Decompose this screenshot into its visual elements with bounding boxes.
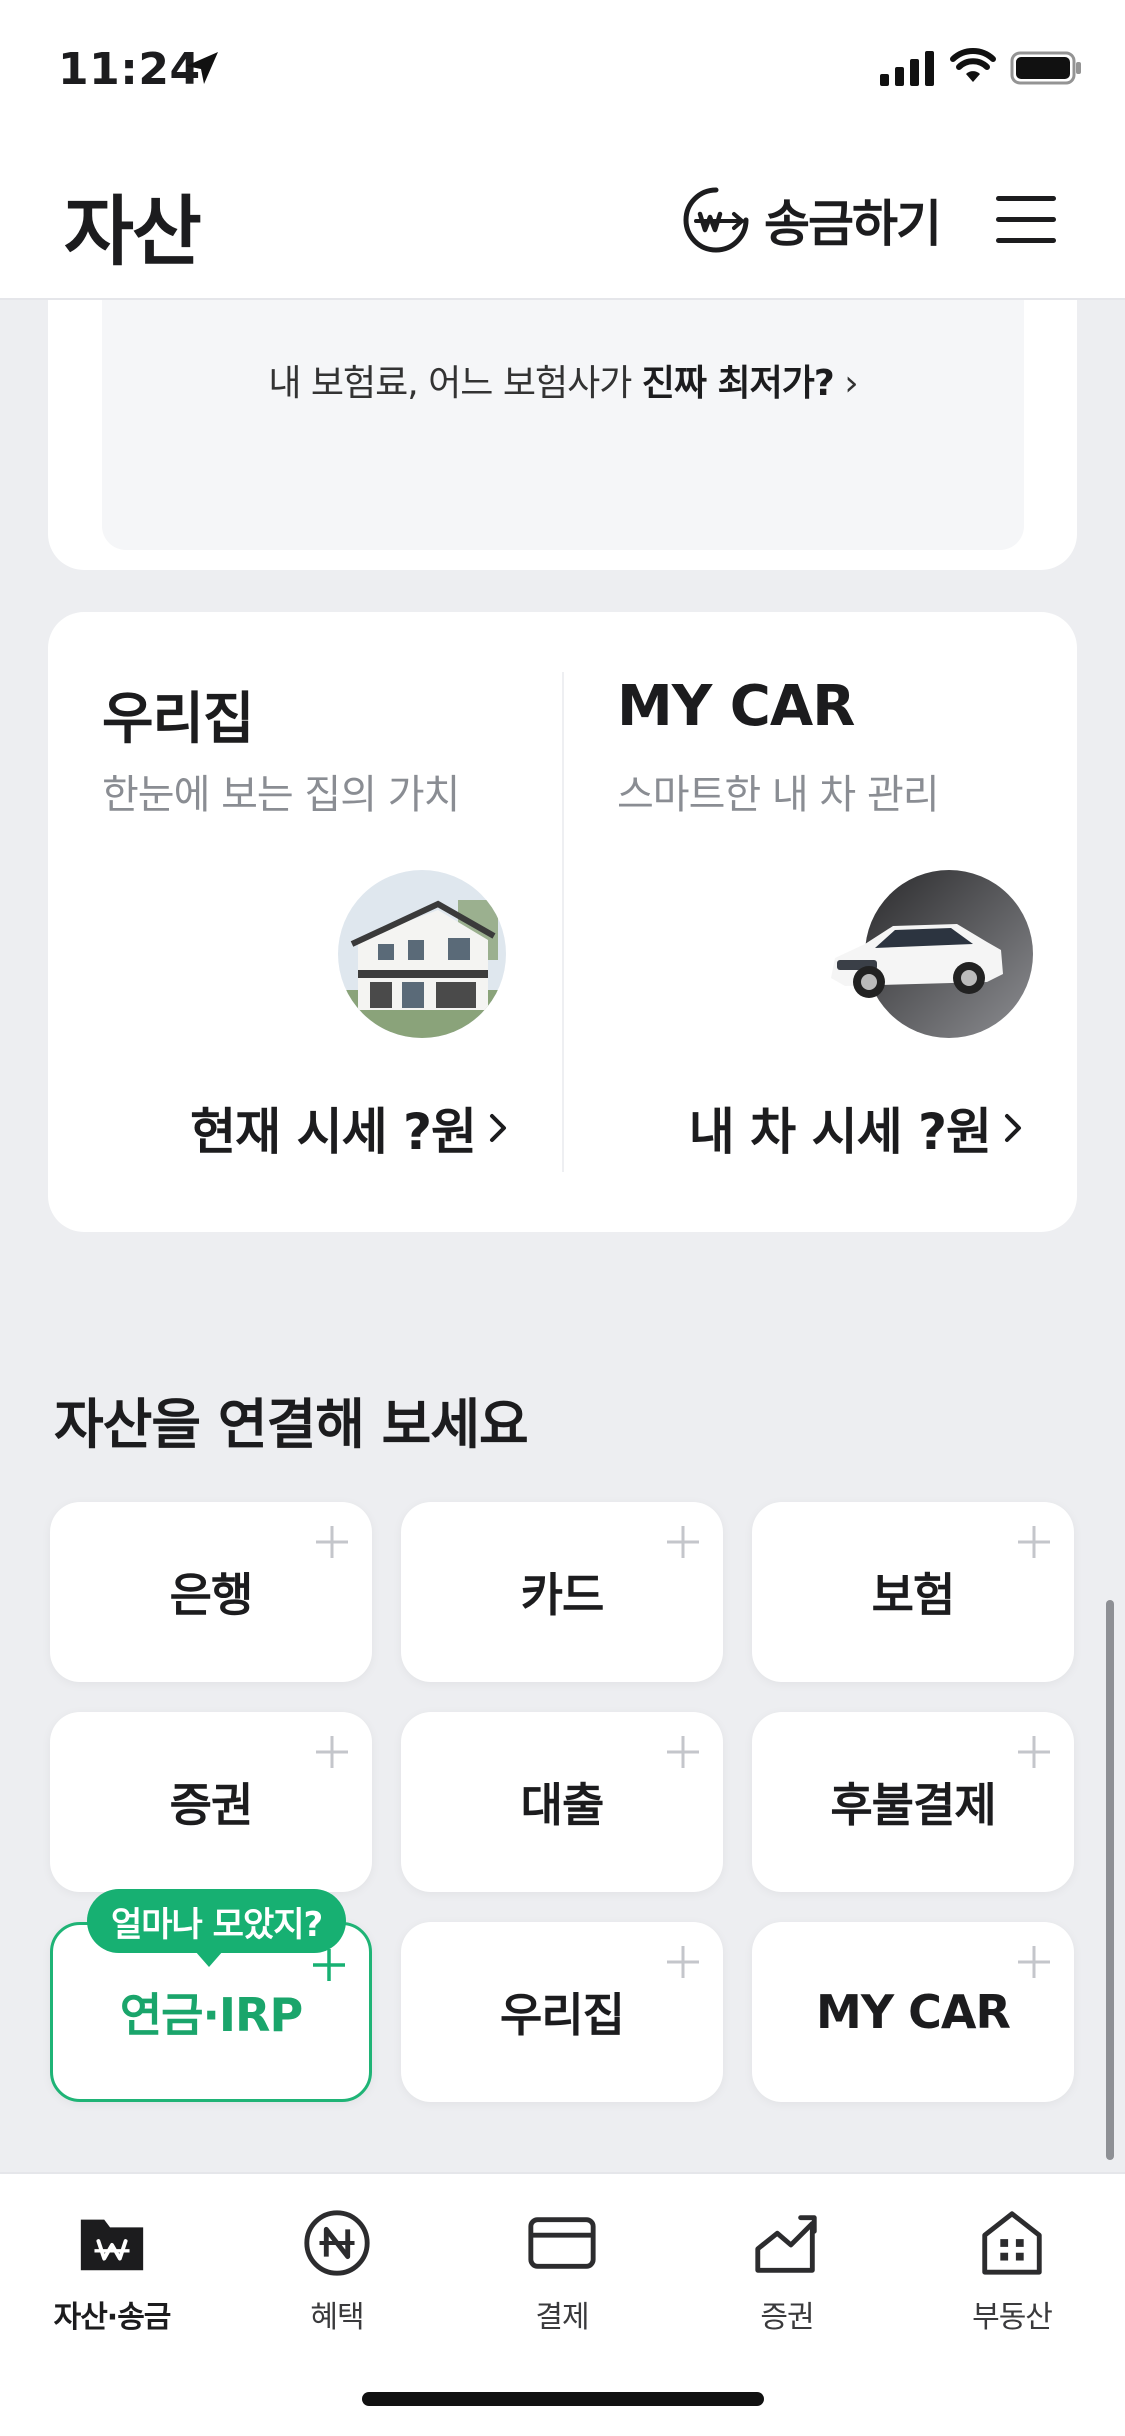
- app-header: 자산 송금하기: [0, 140, 1125, 300]
- connect-bank-tile[interactable]: 은행: [50, 1502, 372, 1682]
- tab-label: 자산·송금: [53, 2300, 172, 2335]
- tab-benefits[interactable]: 혜택: [237, 2206, 437, 2336]
- chevron-right-icon: ›: [833, 363, 858, 404]
- my-car-panel[interactable]: MY CAR 스마트한 내 차 관리 내 차 시세 ?원: [563, 612, 1077, 1232]
- connect-section-title: 자산을 연결해 보세요: [54, 1393, 529, 1456]
- house-image: [338, 870, 506, 1038]
- scrollbar[interactable]: [1106, 1600, 1114, 2160]
- chevron-right-icon: [1005, 1114, 1021, 1142]
- home-value-panel[interactable]: 우리집 한눈에 보는 집의 가치 현재 시세 ?원: [48, 612, 562, 1232]
- pension-tooltip-badge: 얼마나 모았지?: [87, 1889, 347, 1967]
- car-price-text: 내 차 시세 ?원: [688, 1103, 992, 1161]
- connect-securities-tile[interactable]: 증권: [50, 1712, 372, 1892]
- connect-insurance-tile[interactable]: 보험: [752, 1502, 1074, 1682]
- transfer-label: 송금하기: [764, 195, 942, 253]
- tab-payment[interactable]: 결제: [462, 2206, 662, 2336]
- plus-icon: [316, 1736, 348, 1768]
- building-icon: [982, 2211, 1042, 2275]
- connect-my-car-tile[interactable]: MY CAR: [752, 1922, 1074, 2102]
- won-transfer-icon: [683, 187, 749, 253]
- coin-n-icon: [304, 2210, 370, 2276]
- tab-label: 결제: [535, 2300, 589, 2335]
- insurance-compare-link[interactable]: 내 보험료, 어느 보험사가 진짜 최저가? ›: [102, 354, 1024, 406]
- car-subtitle: 스마트한 내 차 관리: [617, 772, 940, 818]
- plus-icon: [667, 1526, 699, 1558]
- plus-icon: [667, 1946, 699, 1978]
- connect-bnpl-tile[interactable]: 후불결제: [752, 1712, 1074, 1892]
- status-bar: 11:24: [0, 0, 1125, 140]
- location-arrow-icon: [186, 52, 218, 84]
- plus-icon: [1018, 1736, 1050, 1768]
- plus-icon: [316, 1526, 348, 1558]
- connect-pension-irp-tile[interactable]: 연금·IRP 얼마나 모았지?: [50, 1889, 372, 2102]
- car-image: [831, 870, 1033, 1038]
- connect-home-tile[interactable]: 우리집: [401, 1922, 723, 2102]
- home-price-text: 현재 시세 ?원: [190, 1103, 477, 1161]
- home-price-link[interactable]: 현재 시세 ?원: [190, 1092, 512, 1164]
- connect-loan-tile[interactable]: 대출: [401, 1712, 723, 1892]
- tab-label: 혜택: [310, 2300, 364, 2335]
- transfer-button[interactable]: 송금하기: [680, 180, 942, 260]
- chevron-right-icon: [490, 1114, 506, 1142]
- credit-card-icon: [528, 2217, 596, 2269]
- hamburger-menu-icon[interactable]: [994, 190, 1058, 250]
- car-price-link[interactable]: 내 차 시세 ?원: [689, 1092, 1027, 1164]
- insurance-prompt-text: 내 보험료, 어느 보험사가: [268, 363, 642, 404]
- insurance-prompt-bold: 진짜 최저가?: [641, 363, 835, 404]
- home-car-card: 우리집 한눈에 보는 집의 가치 현재 시세 ?원 MY CAR 스마트한 내 …: [48, 612, 1077, 1232]
- wifi-icon: [950, 48, 996, 82]
- plus-icon: [1018, 1526, 1050, 1558]
- home-indicator[interactable]: [362, 2392, 764, 2406]
- connect-card-tile[interactable]: 카드: [401, 1502, 723, 1682]
- tab-assets-transfer[interactable]: 자산·송금: [12, 2206, 212, 2336]
- plus-icon: [1018, 1946, 1050, 1978]
- cellular-signal-icon: [880, 51, 934, 86]
- home-title: 우리집: [102, 687, 255, 752]
- status-time: 11:24: [58, 44, 201, 95]
- tab-real-estate[interactable]: 부동산: [912, 2206, 1112, 2336]
- home-subtitle: 한눈에 보는 집의 가치: [102, 772, 460, 818]
- page-title: 자산: [64, 187, 202, 276]
- wallet-folder-icon: [80, 2219, 144, 2271]
- tab-label: 부동산: [972, 2300, 1053, 2335]
- battery-icon: [1010, 51, 1081, 85]
- plus-icon: [667, 1736, 699, 1768]
- tab-label: 증권: [760, 2300, 814, 2335]
- car-title: MY CAR: [617, 674, 855, 739]
- tab-securities[interactable]: 증권: [687, 2206, 887, 2336]
- stock-chart-icon: [755, 2215, 817, 2273]
